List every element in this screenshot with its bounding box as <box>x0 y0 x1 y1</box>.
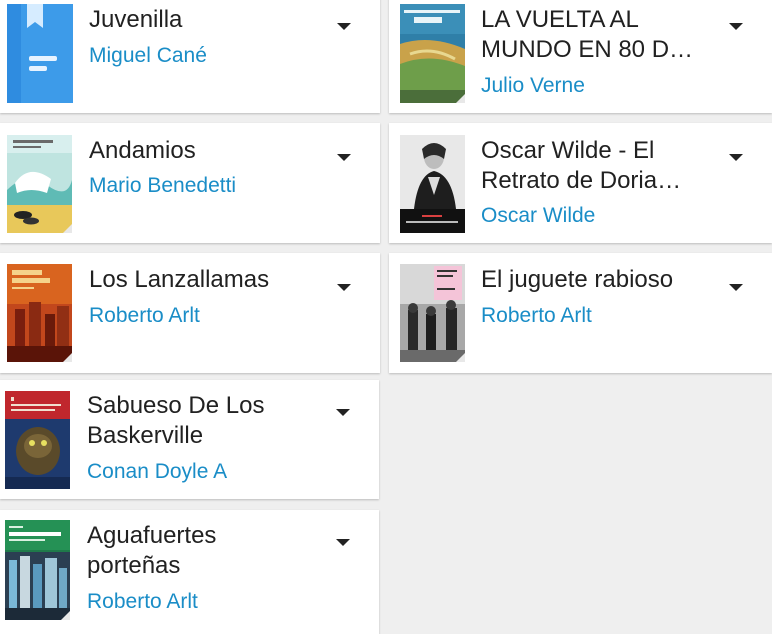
cover-corner <box>456 94 465 103</box>
book-cover-los-lanzallamas <box>7 264 72 362</box>
cover-art <box>400 264 465 362</box>
book-card-retrato-de-dorian-gray[interactable]: Oscar Wilde - El Retrato de Doria… Oscar… <box>389 123 772 243</box>
book-card-los-lanzallamas[interactable]: Los Lanzallamas Roberto Arlt <box>0 253 380 373</box>
book-cover-retrato-de-dorian-gray <box>400 135 465 233</box>
book-card-andamios[interactable]: Andamios Mario Benedetti <box>0 123 380 243</box>
cover-art <box>5 391 70 489</box>
book-title-line: Los Lanzallamas <box>89 266 270 293</box>
book-title-line: MUNDO EN 80 D… <box>481 36 694 63</box>
book-cover-andamios <box>7 135 72 233</box>
book-cover-la-vuelta-al-mundo <box>400 4 465 103</box>
book-title-line: El juguete rabioso <box>481 266 674 293</box>
cover-art <box>7 135 72 233</box>
cover-art <box>7 264 72 362</box>
book-author-link[interactable]: Julio Verne <box>481 73 585 99</box>
book-card-la-vuelta-al-mundo[interactable]: LA VUELTA AL MUNDO EN 80 D… Julio Verne <box>389 0 772 113</box>
book-author-link[interactable]: Mario Benedetti <box>89 173 236 199</box>
cover-art <box>400 4 465 103</box>
book-card-el-juguete-rabioso[interactable]: El juguete rabioso Roberto Arlt <box>389 253 772 373</box>
dropdown-arrow-icon <box>729 284 743 291</box>
book-author-link[interactable]: Roberto Arlt <box>481 303 592 329</box>
book-title-line: Andamios <box>89 137 196 164</box>
book-menu-button[interactable] <box>332 145 356 169</box>
dropdown-arrow-icon <box>337 284 351 291</box>
book-cover-placeholder <box>7 4 73 103</box>
book-menu-button[interactable] <box>724 275 748 299</box>
book-menu-button[interactable] <box>331 530 355 554</box>
dropdown-arrow-icon <box>729 23 743 30</box>
book-menu-button[interactable] <box>724 145 748 169</box>
book-author-link[interactable]: Miguel Cané <box>89 43 207 69</box>
book-author-link[interactable]: Roberto Arlt <box>87 589 198 615</box>
book-author-link[interactable]: Conan Doyle A <box>87 459 227 485</box>
book-bookmark-icon <box>7 4 73 103</box>
dropdown-arrow-icon <box>336 539 350 546</box>
cover-corner <box>61 611 70 620</box>
book-title-line: porteñas <box>87 552 181 579</box>
book-title-line: Aguafuertes <box>87 522 217 549</box>
book-title-line: Baskerville <box>87 422 204 449</box>
dropdown-arrow-icon <box>337 154 351 161</box>
book-title-line: Juvenilla <box>89 6 183 33</box>
book-title-line: Retrato de Doria… <box>481 167 682 194</box>
book-author-link[interactable]: Oscar Wilde <box>481 203 595 229</box>
book-menu-button[interactable] <box>332 275 356 299</box>
book-cover-aguafuertes-portenas <box>5 520 70 620</box>
book-card-aguafuertes-portenas[interactable]: Aguafuertes porteñas Roberto Arlt <box>0 510 379 634</box>
book-cover-el-juguete-rabioso <box>400 264 465 362</box>
cover-corner <box>63 224 72 233</box>
cover-corner <box>456 353 465 362</box>
book-menu-button[interactable] <box>724 14 748 38</box>
book-card-juvenilla[interactable]: Juvenilla Miguel Cané <box>0 0 380 113</box>
book-title-line: LA VUELTA AL <box>481 6 639 33</box>
dropdown-arrow-icon <box>729 154 743 161</box>
dropdown-arrow-icon <box>336 409 350 416</box>
book-menu-button[interactable] <box>331 400 355 424</box>
cover-art <box>400 135 465 233</box>
book-author-link[interactable]: Roberto Arlt <box>89 303 200 329</box>
book-title-line: Sabueso De Los <box>87 392 265 419</box>
dropdown-arrow-icon <box>337 23 351 30</box>
cover-art <box>5 520 70 620</box>
cover-corner <box>63 353 72 362</box>
book-menu-button[interactable] <box>332 14 356 38</box>
book-cover-sabueso-baskerville <box>5 391 70 489</box>
book-title-line: Oscar Wilde - El <box>481 137 655 164</box>
book-card-sabueso-baskerville[interactable]: Sabueso De Los Baskerville Conan Doyle A <box>0 380 379 499</box>
